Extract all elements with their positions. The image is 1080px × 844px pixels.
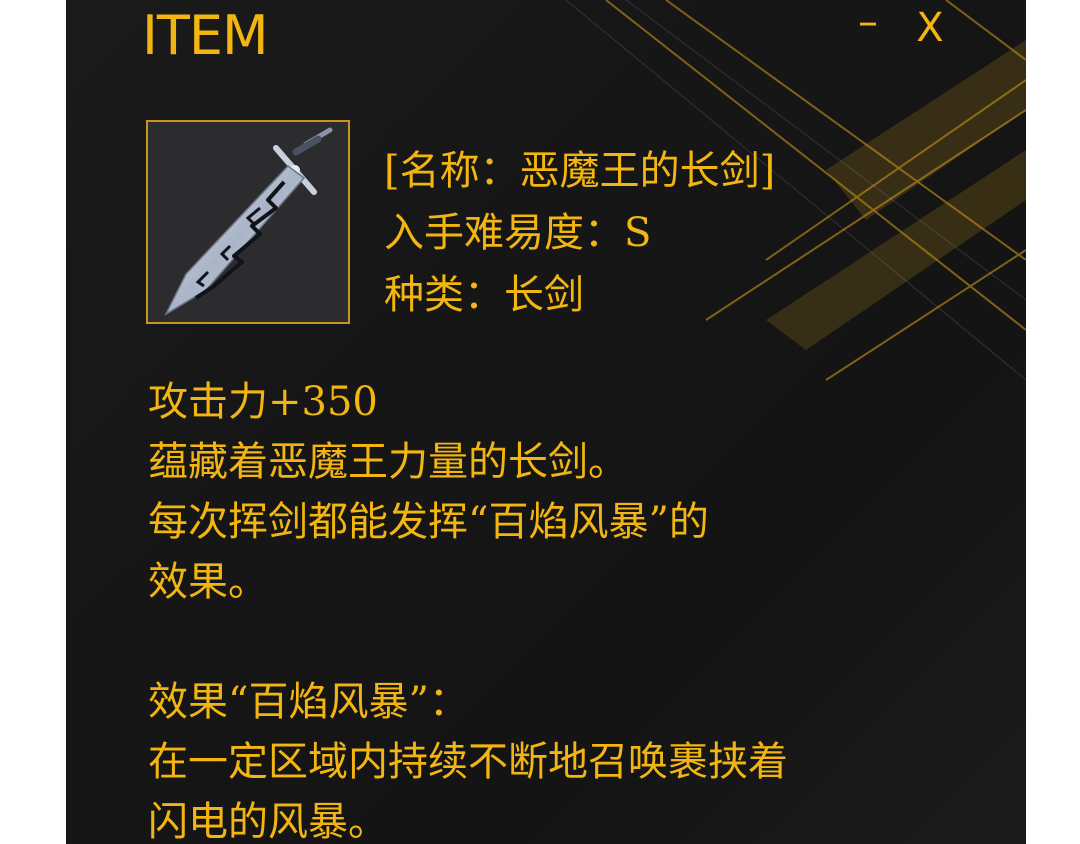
- item-icon-frame: [146, 120, 350, 324]
- item-difficulty: 入手难易度：S: [384, 210, 652, 256]
- longsword-icon: [148, 122, 348, 322]
- effect-title: 效果“百焰风暴”：: [148, 679, 469, 725]
- effect-line: 在一定区域内持续不断地召唤裹挟着: [148, 739, 788, 785]
- description-line: 蕴藏着恶魔王力量的长剑。: [148, 439, 628, 485]
- effect-line: 闪电的风暴。: [148, 799, 388, 844]
- item-description: 攻击力+350 蕴藏着恶魔王力量的长剑。 每次挥剑都能发挥“百焰风暴”的 效果。…: [148, 372, 788, 844]
- description-line: 每次挥剑都能发挥“百焰风暴”的: [148, 499, 709, 545]
- item-window: ITEM – X [名称：恶魔王的长剑] 入手难易度：S 种类：长剑 攻击力+3…: [66, 0, 1026, 844]
- item-name: [名称：恶魔王的长剑]: [384, 148, 776, 194]
- description-line: 效果。: [148, 559, 268, 605]
- attack-stat: 攻击力+350: [148, 379, 378, 425]
- close-button[interactable]: X: [910, 6, 950, 50]
- item-info: [名称：恶魔王的长剑] 入手难易度：S 种类：长剑: [384, 140, 775, 326]
- item-type: 种类：长剑: [384, 272, 584, 318]
- window-title: ITEM: [142, 4, 269, 67]
- minimize-button[interactable]: –: [848, 2, 888, 42]
